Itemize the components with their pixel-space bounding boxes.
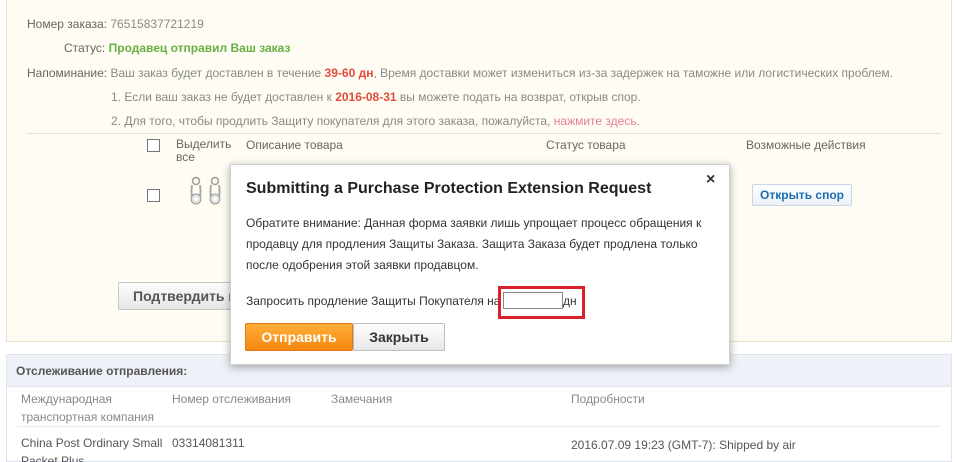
- reminder-label: Напоминание:: [27, 66, 108, 80]
- select-all-label: Выделить все: [176, 138, 231, 164]
- earring-product-image: [190, 176, 221, 205]
- order-status-value: Продавец отправил Ваш заказ: [108, 41, 291, 55]
- reminder-row: Напоминание: Ваш заказ будет доставлен в…: [27, 66, 893, 80]
- select-all-checkbox[interactable]: [147, 139, 160, 152]
- reminder-note-1: 1. Если ваш заказ не будет доставлен к 2…: [111, 90, 641, 104]
- tracking-divider: [17, 426, 941, 427]
- order-status-label: Статус:: [64, 41, 106, 55]
- select-all-text-2: все: [176, 150, 195, 164]
- col-tracking-number-header: Номер отслеживания: [172, 392, 292, 406]
- reminder-text-post: , Время доставки может измениться из-за …: [373, 66, 893, 80]
- company-text-1: China Post Ordinary Small: [21, 436, 163, 450]
- col-company-header: Международная транспортная компания: [21, 390, 154, 426]
- product-checkbox[interactable]: [147, 189, 160, 202]
- submit-button[interactable]: Отправить: [245, 323, 353, 351]
- col-company-text-1: Международная: [21, 392, 112, 406]
- col-description-header: Описание товара: [246, 138, 343, 152]
- close-button[interactable]: Закрыть: [353, 323, 445, 351]
- close-icon[interactable]: ×: [706, 171, 715, 189]
- company-text-2: Packet Plus: [21, 454, 85, 462]
- highlight-box: [498, 286, 585, 319]
- note1-pre: 1. Если ваш заказ не будет доставлен к: [111, 90, 332, 104]
- note1-date: 2016-08-31: [335, 90, 397, 104]
- note2-post: .: [636, 114, 640, 128]
- col-remarks-header: Замечания: [331, 392, 393, 406]
- col-actions-header: Возможные действия: [746, 138, 866, 152]
- tracking-row-number[interactable]: 03314081311: [172, 434, 245, 452]
- order-status-row: Статус: Продавец отправил Ваш заказ: [64, 41, 290, 55]
- reminder-note-2: 2. Для того, чтобы продлить Защиту покуп…: [111, 114, 640, 128]
- reminder-text-pre: Ваш заказ будет доставлен в течение: [110, 66, 322, 80]
- extend-protection-link[interactable]: нажмите здесь: [554, 114, 637, 128]
- tracking-row-company: China Post Ordinary Small Packet Plus: [21, 434, 162, 462]
- reminder-days: 39-60 дн: [324, 66, 374, 80]
- note2-pre: 2. Для того, чтобы продлить Защиту покуп…: [111, 114, 551, 128]
- protection-extension-dialog: Submitting a Purchase Protection Extensi…: [230, 164, 730, 365]
- extension-label: Запросить продление Защиты Покупателя на: [246, 294, 501, 308]
- order-number-value: 76515837721219: [110, 17, 204, 31]
- col-company-text-2: транспортная компания: [21, 410, 154, 424]
- tracking-panel: Отслеживание отправления: Международная …: [6, 354, 952, 462]
- dialog-notice: Обратите внимание: Данная форма заявки л…: [246, 216, 702, 272]
- note1-post: вы можете подать на возврат, открыв спор…: [399, 90, 641, 104]
- divider: [27, 133, 941, 134]
- col-status-header: Статус товара: [546, 138, 626, 152]
- dialog-title: Submitting a Purchase Protection Extensi…: [246, 180, 652, 197]
- open-dispute-button[interactable]: Открыть спор: [752, 184, 852, 206]
- col-details-header: Подробности: [571, 392, 645, 406]
- tracking-row-details: 2016.07.09 19:23 (GMT-7): Shipped by air: [571, 438, 796, 452]
- order-number-row: Номер заказа: 76515837721219: [27, 17, 204, 31]
- order-number-label: Номер заказа:: [27, 17, 108, 31]
